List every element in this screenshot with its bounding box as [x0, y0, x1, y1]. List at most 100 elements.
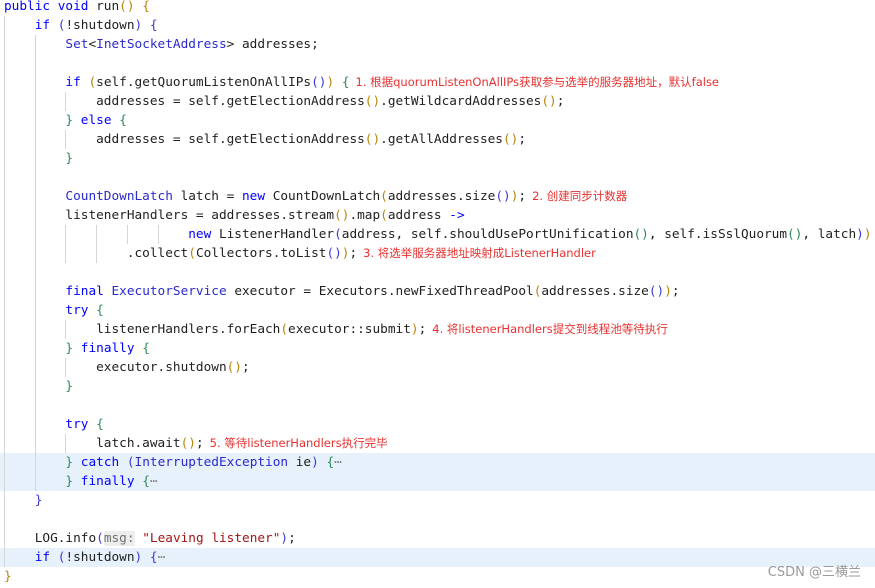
code-line[interactable]: addresses = self.getElectionAddress().ge… — [0, 92, 875, 111]
code-token: new — [241, 189, 273, 204]
code-line[interactable] — [0, 168, 875, 187]
code-token: address — [387, 208, 450, 223]
code-token: ; — [241, 360, 250, 375]
indent-guide — [4, 472, 5, 491]
indent-guide — [4, 301, 5, 320]
code-token: ExecutorService — [111, 284, 227, 299]
code-token: final — [65, 284, 112, 299]
code-token: executor.shutdown — [96, 360, 227, 375]
indent-guide — [34, 282, 36, 301]
indent-guide — [34, 396, 36, 415]
code-token: addresses.size — [541, 284, 649, 299]
indent-guide — [34, 168, 36, 187]
fold-ellipsis-icon[interactable]: ⋯ — [334, 455, 342, 470]
annotation-comment: 3. 将选举服务器地址映射成ListenerHandler — [363, 246, 596, 260]
fold-ellipsis-icon[interactable]: ⋯ — [158, 550, 166, 565]
code-token: ) — [856, 227, 864, 242]
code-line-folded[interactable]: } catch (InterruptedException ie) {⋯ — [0, 453, 875, 472]
indent-guide — [65, 320, 67, 339]
code-token: , self.isSslQuorum — [648, 227, 788, 242]
code-line[interactable]: } else { — [0, 111, 875, 130]
code-token: ) — [664, 284, 672, 299]
code-line[interactable]: listenerHandlers.forEach(executor::submi… — [0, 320, 875, 339]
code-line[interactable]: if (self.getQuorumListenOnAllIPs()) {1. … — [0, 73, 875, 92]
indent-guide — [65, 358, 67, 377]
annotation-comment: 4. 将listenerHandlers提交到线程池等待执行 — [432, 322, 668, 336]
code-token: () — [226, 360, 242, 375]
indent-guide — [34, 54, 36, 73]
code-token: listenerHandlers.forEach — [96, 322, 281, 337]
code-line[interactable]: CountDownLatch latch = new CountDownLatc… — [0, 187, 875, 206]
code-line[interactable]: } — [0, 149, 875, 168]
indent-guide — [34, 339, 36, 358]
indent-guide — [34, 111, 36, 130]
code-token: address, self.shouldUsePortUnification — [341, 227, 634, 242]
code-token: ; — [518, 189, 527, 204]
code-token: ( — [380, 189, 388, 204]
code-token: .getAllAddresses — [380, 132, 503, 147]
code-token: > addresses; — [226, 37, 319, 52]
code-line[interactable]: } finally { — [0, 339, 875, 358]
code-line[interactable]: public void run() { — [0, 0, 875, 16]
code-line[interactable]: addresses = self.getElectionAddress().ge… — [0, 130, 875, 149]
code-line[interactable]: } — [0, 377, 875, 396]
indent-guide — [157, 225, 159, 244]
code-line-folded[interactable]: if (!shutdown) {⋯ — [0, 548, 875, 567]
code-token: ListenerHandler — [218, 227, 335, 242]
code-token: .getWildcardAddresses — [380, 94, 542, 109]
code-token: ( — [88, 75, 97, 90]
code-token: latch.await — [96, 436, 181, 451]
code-line[interactable]: new ListenerHandler(address, self.should… — [0, 225, 875, 244]
code-token: addresses = self.getElectionAddress — [96, 94, 365, 109]
code-token: () — [180, 436, 196, 451]
code-token: } — [34, 493, 43, 508]
indent-guide — [4, 434, 5, 453]
code-token: catch — [80, 455, 127, 470]
code-line[interactable]: } — [0, 567, 875, 586]
code-line[interactable]: if (!shutdown) { — [0, 16, 875, 35]
code-line[interactable] — [0, 263, 875, 282]
code-line[interactable]: } — [0, 491, 875, 510]
code-line[interactable]: final ExecutorService executor = Executo… — [0, 282, 875, 301]
code-token: () — [326, 246, 342, 261]
code-line[interactable] — [0, 396, 875, 415]
fold-ellipsis-icon[interactable]: ⋯ — [150, 474, 158, 489]
code-token: .map — [349, 208, 381, 223]
indent-guide — [4, 92, 5, 111]
code-line[interactable]: LOG.info(msg: "Leaving listener"); — [0, 529, 875, 548]
indent-guide — [34, 130, 36, 149]
code-token: () — [119, 0, 135, 14]
annotation-comment: 5. 等待listenerHandlers执行完毕 — [209, 436, 388, 450]
code-token: () — [495, 189, 511, 204]
code-token: ie — [288, 455, 312, 470]
code-token: -> — [449, 208, 465, 223]
code-token: } — [4, 569, 12, 584]
code-line[interactable] — [0, 510, 875, 529]
code-line[interactable]: latch.await(); 5. 等待listenerHandlers执行完毕 — [0, 434, 875, 453]
indent-guide — [4, 225, 5, 244]
code-token: { — [96, 303, 104, 318]
indent-guide — [34, 206, 36, 225]
code-token: run — [96, 0, 120, 14]
indent-guide — [34, 301, 36, 320]
code-line[interactable] — [0, 54, 875, 73]
indent-guide — [4, 377, 5, 396]
code-token: ) — [311, 455, 319, 470]
code-token: self.getQuorumListenOnAllIPs — [96, 75, 312, 90]
code-line[interactable]: Set<InetSocketAddress> addresses; — [0, 35, 875, 54]
indent-guide — [34, 415, 36, 434]
indent-guide — [4, 130, 5, 149]
code-line[interactable]: executor.shutdown(); — [0, 358, 875, 377]
code-line[interactable]: try { — [0, 301, 875, 320]
code-token: { — [341, 75, 350, 90]
indent-guide — [4, 282, 5, 301]
code-token: ; — [556, 94, 565, 109]
code-line[interactable]: .collect(Collectors.toList()); 3. 将选举服务器地… — [0, 244, 875, 263]
code-editor[interactable]: public void run() { if (!shutdown) { Set… — [0, 0, 875, 586]
indent-guide — [126, 225, 128, 244]
code-token: InetSocketAddress — [96, 37, 227, 52]
code-line-folded[interactable]: } finally {⋯ — [0, 472, 875, 491]
code-line[interactable]: listenerHandlers = addresses.stream().ma… — [0, 206, 875, 225]
code-line[interactable]: try { — [0, 415, 875, 434]
